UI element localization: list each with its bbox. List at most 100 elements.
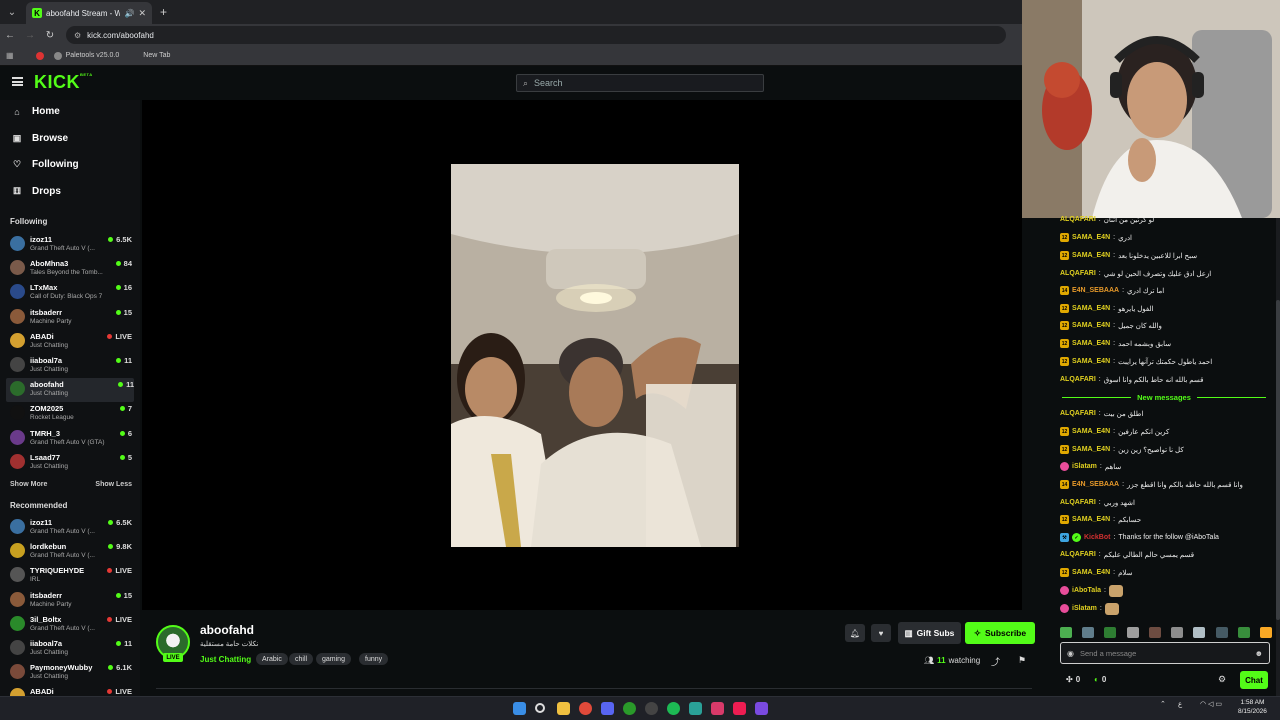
chat-username[interactable]: SAMA_E4N [1072,305,1110,312]
sidebar-channel-row[interactable]: itsbaderr Machine Party 15 [10,589,132,613]
discord-icon[interactable] [601,702,614,715]
show-more-button[interactable]: Show More [10,481,47,488]
sidebar-channel-row[interactable]: iiaboal7a Just Chatting 11 [10,354,132,378]
xbox-icon[interactable] [623,702,636,715]
chat-message[interactable]: 12 SAMA_E4N: كل نا تواصيح؟ زين زين [1060,443,1184,456]
notification-bell-button[interactable]: 🔔︎ [845,624,865,642]
chat-username[interactable]: SAMA_E4N [1072,340,1110,347]
emote-icon[interactable] [1104,626,1117,638]
chat-username[interactable]: iSlatam [1072,605,1097,612]
forward-arrow-icon[interactable]: → [20,30,40,41]
chat-message[interactable]: iSlatam: [1060,602,1119,615]
bookmark-new-tab[interactable]: New Tab [143,52,170,59]
new-tab-plus-icon[interactable]: + [160,5,167,19]
back-arrow-icon[interactable]: ← [0,30,20,41]
reload-icon[interactable]: ↻ [40,30,60,41]
chat-username[interactable]: E4N_SEBAAA [1072,481,1119,488]
taskbar-search-icon[interactable] [535,703,545,713]
app-icon[interactable] [755,702,768,715]
chat-username[interactable]: ALQAFARI [1060,551,1096,558]
chat-username[interactable]: SAMA_E4N [1072,252,1110,259]
tab-list-chevron-icon[interactable]: ⌄ [2,2,22,22]
emote-icon[interactable] [1126,626,1139,638]
emote-icon[interactable] [1193,626,1206,638]
sidebar-channel-row[interactable]: TYRIQUEHYDE IRL LIVE [10,564,132,588]
chat-message[interactable]: ALQAFARI: اطلق من بيت [1060,407,1143,420]
chat-message[interactable]: 12 SAMA_E4N: الفول يايرهو [1060,302,1154,315]
stream-category[interactable]: Just Chatting [200,655,251,664]
emote-icon[interactable] [1237,626,1250,638]
tag-chip[interactable]: Arabic [256,653,288,665]
chat-message[interactable]: 14 E4N_SEBAAA: اما ترك ادري [1060,284,1164,297]
sidebar-channel-row[interactable]: ABADi LIVE [10,685,132,696]
chat-send-button[interactable]: Chat [1240,671,1268,689]
sidebar-item-home[interactable]: ⌂ Home [12,106,60,117]
gift-subs-button[interactable]: ▥ Gift Subs [898,622,961,644]
share-icon[interactable]: ⤴ [991,655,1000,668]
chat-username[interactable]: SAMA_E4N [1072,446,1110,453]
chat-message[interactable]: ALQAFARI: اشهد وربي [1060,496,1135,509]
chat-username[interactable]: iAboTala [1072,587,1101,594]
chat-username[interactable]: ALQAFARI [1060,270,1096,277]
emote-icon[interactable] [1060,626,1072,638]
show-less-button[interactable]: Show Less [95,481,132,488]
chat-message[interactable]: ALQAFARI: لو كرتين من اثنان [1060,213,1154,226]
sidebar-channel-row[interactable]: LTxMax Call of Duty: Black Ops 7 16 [10,281,132,305]
chat-message[interactable]: iAboTala: [1060,584,1123,597]
sidebar-channel-row[interactable]: iiaboal7a Just Chatting 11 [10,637,132,661]
page-scrollbar-thumb[interactable] [1276,300,1280,620]
chat-username[interactable]: ALQAFARI [1060,499,1096,506]
stream-video[interactable] [451,164,739,547]
chat-username[interactable]: SAMA_E4N [1072,428,1110,435]
chat-message[interactable]: 12 SAMA_E4N: ادري [1060,231,1132,244]
follow-heart-button[interactable]: ♥ [871,624,891,642]
sidebar-channel-row[interactable]: itsbaderr Machine Party 15 [10,306,132,330]
chat-message[interactable]: 12 SAMA_E4N: حسابكم [1060,513,1141,526]
sidebar-channel-row[interactable]: izoz11 Grand Theft Auto V (... 6.5K [10,516,132,540]
sidebar-channel-row[interactable]: AboMhna3 Tales Beyond the Tomb... 84 [10,257,132,281]
chat-message[interactable]: ALQAFARI: قسم بالله انه حاط بالكم وانا ا… [1060,373,1204,386]
chat-username[interactable]: SAMA_E4N [1072,358,1110,365]
report-flag-icon[interactable]: ⚑ [1018,655,1026,666]
chat-message[interactable]: ALQAFARI: ازعل ادق عليك وتصرف الحين لو ش… [1060,267,1211,280]
search-input[interactable]: ⌕ Search [516,74,764,92]
browser-tab-active[interactable]: K aboofahd Stream - Watch L 🔊 ✕ [26,2,152,24]
chat-message[interactable]: 14 E4N_SEBAAA: وانا قسم بالله حاطه بالكم … [1060,478,1243,491]
speaker-icon[interactable]: 🔊 [124,9,134,18]
chat-username[interactable]: ALQAFARI [1060,376,1096,383]
tag-chip[interactable]: funny [359,653,389,665]
system-clock[interactable]: 1:58 AM 8/15/2026 [1238,698,1267,716]
chat-username[interactable]: SAMA_E4N [1072,516,1110,523]
sidebar-channel-row[interactable]: Lsaad77 Just Chatting 5 [10,451,132,475]
chat-username[interactable]: iSlatam [1072,463,1097,470]
chat-username[interactable]: SAMA_E4N [1072,234,1110,241]
sidebar-item-drops[interactable]: ⚅ Drops [12,186,61,197]
chat-message[interactable]: 12 SAMA_E4N: سبح ابرا للاعبين يدخلونا بعد [1060,249,1197,262]
sidebar-item-following[interactable]: ♡ Following [12,159,79,170]
chat-username[interactable]: KickBot [1084,534,1110,541]
tag-chip[interactable]: gaming [316,653,351,665]
sidebar-channel-row[interactable]: izoz11 Grand Theft Auto V (... 6.5K [10,233,132,257]
bookmark-paletools[interactable]: Paletools v25.0.0 [53,51,119,60]
chat-message[interactable]: ⚒ ✓ KickBot: Thanks for the follow @iAboTa… [1060,531,1219,544]
sidebar-channel-row[interactable]: aboofahd Just Chatting 11 [6,378,134,403]
chat-message[interactable]: iSlatam: ساهم [1060,460,1121,473]
chat-message[interactable]: 12 SAMA_E4N: احمد ياطول حكمتك ترآنها يراي… [1060,355,1212,368]
chat-settings-gear-icon[interactable]: ⚙ [1218,674,1226,685]
chat-username[interactable]: ALQAFARI [1060,216,1096,223]
chat-username[interactable]: SAMA_E4N [1072,569,1110,576]
site-info-icon[interactable]: ⚙ [74,31,81,40]
address-bar[interactable]: ⚙ kick.com/aboofahd [66,26,1006,44]
kick-logo[interactable]: KICKBETA [34,72,93,93]
sidebar-channel-row[interactable]: lordkebun Grand Theft Auto V (... 9.8K [10,540,132,564]
tag-chip[interactable]: chill [289,653,314,665]
chat-message[interactable]: 12 SAMA_E4N: سلام [1060,566,1132,579]
kick-points[interactable]: ✣ 0 [1066,675,1080,684]
start-windows-icon[interactable] [513,702,526,715]
emote-icon[interactable] [1148,626,1161,638]
kicks-balance[interactable]: ◐ 0 [1094,675,1106,684]
chrome-icon[interactable] [579,702,592,715]
chat-message[interactable]: 12 SAMA_E4N: كرين انكم عارفين [1060,425,1169,438]
chat-username[interactable]: E4N_SEBAAA [1072,287,1119,294]
emote-icon[interactable] [1082,626,1095,638]
